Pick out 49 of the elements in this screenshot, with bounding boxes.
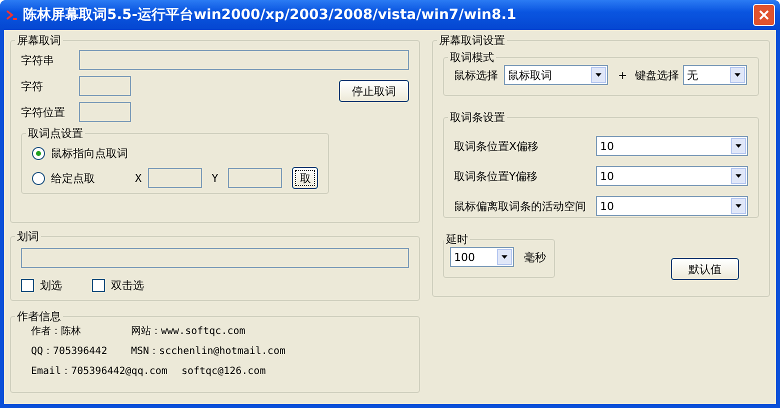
author-info-text: 网站：www.softqc.com: [131, 324, 246, 338]
group-title: 取词条设置: [449, 110, 506, 125]
default-button[interactable]: 默认值: [671, 258, 739, 280]
group-title: 取词模式: [449, 50, 495, 65]
unit-label: 毫秒: [524, 250, 546, 264]
author-info-text: MSN：scchenlin@hotmail.com: [131, 345, 286, 358]
dropdown[interactable]: 10: [596, 136, 748, 156]
author-info-text: 作者：陈林: [31, 324, 82, 338]
field-label: 键盘选择: [635, 68, 680, 82]
dropdown[interactable]: 无: [683, 65, 748, 85]
dropdown[interactable]: 100: [450, 247, 514, 267]
app-icon: [5, 8, 19, 22]
input-field[interactable]: [148, 168, 202, 188]
input-field[interactable]: [79, 50, 409, 70]
dropdown[interactable]: 10: [596, 166, 748, 186]
window-title: 陈林屏幕取词5.5-运行平台win2000/xp/2003/2008/vista/win7/win8.1: [23, 6, 518, 24]
close-icon: [758, 9, 770, 21]
author-info-text: Email：705396442@qq.com: [31, 365, 168, 378]
author-info-text: softqc@126.com: [181, 366, 266, 376]
group-title: 延时: [445, 232, 469, 247]
group-title: 取词点设置: [27, 126, 84, 141]
group-title: 屏幕取词: [16, 33, 62, 48]
radio-button[interactable]: 给定点取: [32, 170, 95, 186]
checkbox[interactable]: 划选: [21, 278, 62, 293]
dropdown[interactable]: 鼠标取词: [504, 65, 608, 85]
input-field[interactable]: [79, 102, 131, 122]
field-label: 字符位置: [21, 104, 66, 120]
dropdown[interactable]: 10: [596, 196, 748, 216]
field-label: 取词条位置X偏移: [454, 138, 539, 154]
field-label: 字符: [21, 78, 44, 94]
stop-button[interactable]: 停止取词: [339, 80, 409, 102]
coordinate-label: Y: [212, 172, 218, 184]
radio-button[interactable]: 鼠标指向点取词: [32, 146, 128, 160]
group-title: 屏幕取词设置: [438, 33, 506, 48]
group-title: 划词: [16, 229, 40, 244]
field-label: 字符串: [21, 52, 55, 68]
pick-button[interactable]: 取: [292, 167, 318, 189]
field-label: 取词条位置Y偏移: [454, 168, 538, 184]
input-field[interactable]: [21, 248, 409, 268]
coordinate-label: X: [135, 172, 142, 184]
author-info-text: QQ：705396442: [31, 345, 108, 358]
plus-sign: +: [618, 68, 628, 82]
field-label: 鼠标偏离取词条的活动空间: [454, 198, 586, 214]
input-field[interactable]: [228, 168, 282, 188]
checkbox[interactable]: 双击选: [92, 278, 144, 293]
close-button[interactable]: [753, 4, 775, 26]
field-label: 鼠标选择: [454, 68, 498, 82]
input-field[interactable]: [79, 76, 131, 96]
group-title: 作者信息: [16, 309, 62, 324]
